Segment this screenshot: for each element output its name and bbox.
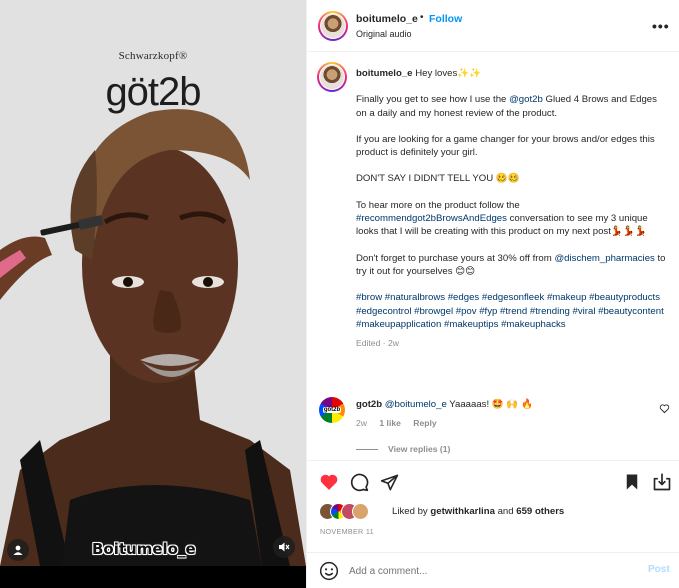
comment-input[interactable] — [349, 562, 619, 580]
reply-button[interactable]: Reply — [413, 418, 436, 428]
brand-logo-text: göt2b — [105, 70, 201, 114]
bookmark-icon — [626, 474, 638, 490]
liked-by-summary: Liked by getwithkarlina and 659 others — [392, 506, 565, 517]
post-header: boitumelo_e • Follow Original audio ••• — [307, 0, 679, 52]
collection-button[interactable] — [651, 471, 673, 493]
speaker-muted-icon — [279, 542, 290, 552]
video-name-overlay: Boitumelo_e — [92, 540, 196, 558]
author-username[interactable]: boitumelo_e — [356, 13, 418, 25]
audio-link[interactable]: Original audio — [356, 29, 412, 39]
author-avatar[interactable] — [318, 11, 348, 41]
like-button[interactable] — [318, 471, 340, 493]
tagged-users-button[interactable] — [7, 539, 29, 561]
mention-link[interactable]: @got2b — [509, 94, 543, 105]
caption-meta: Edited · 2w — [356, 338, 399, 349]
save-button[interactable] — [621, 471, 643, 493]
avatar — [352, 503, 369, 520]
mute-toggle-button[interactable] — [273, 536, 295, 558]
collection-icon — [653, 473, 671, 491]
share-button[interactable] — [378, 471, 400, 493]
emoji-icon[interactable] — [319, 561, 339, 581]
likes-count-link[interactable]: 659 others — [516, 506, 564, 517]
comment-button[interactable] — [348, 471, 370, 493]
add-comment-bar: Post — [307, 552, 679, 588]
comment-text: got2b @boitumelo_e Yaaaaas! 🤩 🙌 🔥 — [356, 399, 533, 410]
caption-paragraph: Don't forget to purchase yours at 30% of… — [356, 252, 666, 277]
post-details-panel: boitumelo_e • Follow Original audio ••• … — [306, 0, 679, 588]
mention-link[interactable]: @boitumelo_e — [385, 399, 447, 410]
comments-section[interactable]: boitumelo_e Hey loves✨✨ Finally you get … — [307, 52, 679, 460]
view-replies-button[interactable]: View replies (1) — [356, 444, 450, 454]
share-icon — [380, 474, 398, 490]
liked-by-user-link[interactable]: getwithkarlina — [430, 506, 495, 517]
caption-paragraph: DON'T SAY I DIDN'T TELL YOU 🥴🥴 — [356, 173, 520, 185]
instagram-post-modal: Schwarzkopf® göt2b Boitumelo_e boitumelo… — [0, 0, 679, 588]
video-player[interactable]: Schwarzkopf® göt2b Boitumelo_e — [0, 0, 306, 566]
caption-paragraph: To hear more on the product follow the #… — [356, 199, 648, 238]
caption-greeting: Hey loves✨✨ — [415, 68, 482, 79]
caption-username[interactable]: boitumelo_e — [356, 68, 413, 79]
comment-age: 2w — [356, 418, 367, 428]
commenter-avatar[interactable]: göt2b — [319, 397, 345, 423]
more-options-icon[interactable]: ••• — [652, 18, 670, 34]
mention-link[interactable]: @dischem_pharmacies — [554, 253, 654, 264]
hashtag-list[interactable]: #brow #naturalbrows #edges #edgesonfleek… — [356, 291, 666, 331]
caption-paragraph: Finally you get to see how I use the @go… — [356, 94, 657, 119]
comment-username[interactable]: got2b — [356, 399, 382, 410]
post-comment-button[interactable]: Post — [648, 564, 670, 575]
brand-maker-text: Schwarzkopf® — [118, 50, 188, 62]
heart-outline-icon[interactable] — [659, 403, 670, 414]
separator-dot: • — [420, 12, 424, 23]
comment-icon — [350, 473, 369, 492]
comment-likes-count[interactable]: 1 like — [379, 418, 401, 428]
post-date: NOVEMBER 11 — [320, 527, 374, 536]
follow-button[interactable]: Follow — [429, 13, 462, 25]
user-tag-icon — [13, 545, 23, 555]
caption-author-avatar[interactable] — [317, 62, 347, 92]
hashtag-link[interactable]: #recommendgot2bBrowsAndEdges — [356, 213, 507, 224]
heart-filled-icon — [320, 474, 338, 490]
post-caption: boitumelo_e Hey loves✨✨ Finally you get … — [356, 67, 666, 350]
caption-paragraph: If you are looking for a game changer fo… — [356, 133, 655, 159]
media-bottom-bar — [0, 566, 306, 588]
comment-meta: 2w 1 like Reply — [356, 418, 447, 428]
